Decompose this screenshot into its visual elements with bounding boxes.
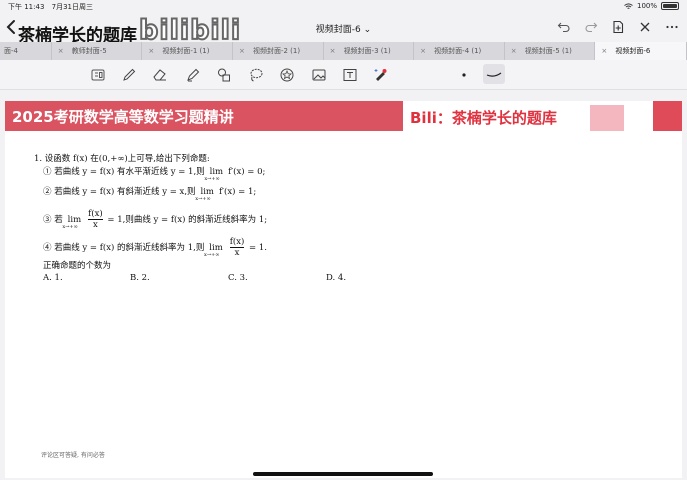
tab-close-icon[interactable]: × xyxy=(420,42,426,60)
laser-pointer-icon[interactable] xyxy=(372,67,388,83)
tab-close-icon[interactable]: × xyxy=(58,42,64,60)
document-tab[interactable]: 面-4 xyxy=(0,42,52,60)
page-banner: 2025考研数学高等数学习题精讲 Bili：茶楠学长的题库 xyxy=(5,101,682,131)
statement-4: ④ 若曲线 y = f(x) 的斜渐近线斜率为 1,则 lim x→+∞ f(x)… xyxy=(43,237,267,258)
limit-symbol: lim x→+∞ xyxy=(204,243,225,258)
eraser-icon[interactable] xyxy=(152,67,168,83)
tab-label: 教师封面-5 xyxy=(71,47,107,55)
tab-label: 面-4 xyxy=(4,47,18,55)
pen-icon[interactable] xyxy=(121,67,137,83)
fraction: f(x) x xyxy=(88,209,103,230)
status-date: 7月31日周三 xyxy=(51,3,94,11)
redo-icon[interactable] xyxy=(584,20,598,34)
text-box-icon[interactable] xyxy=(342,67,358,83)
add-page-icon[interactable] xyxy=(611,20,625,34)
statement-1: ① 若曲线 y = f(x) 有水平渐近线 y = 1,则 lim x→+∞ f′… xyxy=(43,165,266,182)
tab-close-icon[interactable]: × xyxy=(239,42,245,60)
question-stem: 1. 设函数 f(x) 在(0,+∞)上可导,给出下列命题: xyxy=(34,154,210,164)
statement-3-conclusion: = 1,则曲线 y = f(x) 的斜渐近线斜率为 1; xyxy=(107,215,268,225)
tab-close-icon[interactable]: × xyxy=(601,42,607,60)
home-indicator[interactable] xyxy=(253,472,433,476)
limit-symbol: lim x→+∞ xyxy=(62,215,83,230)
more-icon[interactable] xyxy=(665,20,679,34)
battery-percent: 100% xyxy=(636,2,657,10)
tab-label: 视频封面-5 (1) xyxy=(524,47,572,55)
wifi-icon xyxy=(624,2,633,9)
image-icon[interactable] xyxy=(311,67,327,83)
document-tab[interactable]: × 视频封面-2 (1) xyxy=(233,42,324,60)
fraction: f(x) x xyxy=(229,237,245,258)
statement-4-text: ④ 若曲线 y = f(x) 的斜渐近线斜率为 1,则 xyxy=(43,243,205,253)
tab-label: 视频封面-1 (1) xyxy=(162,47,210,55)
document-tab[interactable]: × 教师封面-5 xyxy=(52,42,143,60)
close-icon[interactable] xyxy=(638,20,652,34)
lasso-icon[interactable] xyxy=(248,67,264,83)
fraction-denominator: x xyxy=(93,220,98,230)
document-tab-active[interactable]: × 视频封面-6 xyxy=(595,42,687,60)
pen-size-dot-icon[interactable] xyxy=(455,71,473,79)
lim-subscript: x→+∞ xyxy=(204,252,220,258)
fraction-denominator: x xyxy=(234,248,240,258)
banner-title: 2025考研数学高等数学习题精讲 xyxy=(12,108,234,126)
stroke-style-selector[interactable] xyxy=(483,64,505,84)
tab-close-icon[interactable]: × xyxy=(511,42,517,60)
question-prompt: 正确命题的个数为 xyxy=(43,261,112,271)
status-time: 下午 11:43 xyxy=(8,3,45,11)
document-tab[interactable]: × 视频封面-3 (1) xyxy=(324,42,415,60)
reader-mode-icon[interactable] xyxy=(90,67,106,83)
app-window: 下午 11:43 7月31日周三 100% 茶楠学长的题库 bilibili 视… xyxy=(0,0,687,480)
tab-label: 视频封面-4 (1) xyxy=(434,47,482,55)
statement-1-text: ① 若曲线 y = f(x) 有水平渐近线 y = 1,则 xyxy=(43,167,205,177)
option-a: A. 1. xyxy=(43,273,63,283)
banner-channel-text: Bili：茶楠学长的题库 xyxy=(410,109,557,127)
limit-symbol: lim x→+∞ xyxy=(204,167,225,182)
status-bar: 下午 11:43 7月31日周三 100% xyxy=(0,0,687,12)
banner-pink-block xyxy=(590,105,624,131)
document-tab[interactable]: × 视频封面-1 (1) xyxy=(142,42,233,60)
tab-label: 视频封面-2 (1) xyxy=(252,47,301,55)
document-page[interactable]: 2025考研数学高等数学习题精讲 Bili：茶楠学长的题库 1. 设函数 f(x… xyxy=(5,101,682,478)
document-tab-bar: 面-4 × 教师封面-5 × 视频封面-1 (1) × 视频封面-2 (1) × 视频封… xyxy=(0,42,687,60)
banner-red-bar: 2025考研数学高等数学习题精讲 xyxy=(5,101,403,131)
statement-2-conclusion: f′(x) = 1; xyxy=(218,187,257,197)
lim-subscript: x→+∞ xyxy=(62,224,78,230)
tab-close-icon[interactable]: × xyxy=(330,42,336,60)
title-bar: 茶楠学长的题库 bilibili 视频封面-6 ⌄ xyxy=(0,12,687,47)
footnote: 评论区可答疑, 有问必答 xyxy=(41,452,105,459)
option-d: D. 4. xyxy=(326,273,347,283)
banner-red-block xyxy=(653,101,682,131)
option-c: C. 3. xyxy=(228,273,248,283)
tab-close-icon[interactable]: × xyxy=(148,42,154,60)
highlighter-icon[interactable] xyxy=(185,67,201,83)
stroke-curve-icon xyxy=(486,72,502,77)
option-b: B. 2. xyxy=(130,273,150,283)
statement-3-text: ③ 若 xyxy=(43,215,63,225)
lim-subscript: x→+∞ xyxy=(204,176,220,182)
document-tab[interactable]: × 视频封面-4 (1) xyxy=(414,42,505,60)
statement-2-text: ② 若曲线 y = f(x) 有斜渐近线 y = x,则 xyxy=(43,187,196,197)
statement-2: ② 若曲线 y = f(x) 有斜渐近线 y = x,则 lim x→+∞ f′(… xyxy=(43,185,257,202)
shapes-icon[interactable] xyxy=(216,67,232,83)
battery-icon xyxy=(661,2,679,10)
lim-subscript: x→+∞ xyxy=(195,196,211,202)
document-tab[interactable]: × 视频封面-5 (1) xyxy=(505,42,596,60)
limit-symbol: lim x→+∞ xyxy=(195,187,216,202)
sticker-icon[interactable] xyxy=(279,67,295,83)
statement-1-conclusion: f′(x) = 0; xyxy=(228,167,266,177)
undo-icon[interactable] xyxy=(557,20,571,34)
tab-label: 视频封面-6 xyxy=(615,47,651,55)
statement-4-conclusion: = 1. xyxy=(249,243,267,253)
tab-label: 视频封面-3 (1) xyxy=(343,47,391,55)
statement-3: ③ 若 lim x→+∞ f(x) x = 1,则曲线 y = f(x) 的斜渐近线… xyxy=(43,209,267,230)
drawing-toolbar xyxy=(0,60,687,90)
fraction-numerator: f(x) xyxy=(229,237,245,248)
fraction-numerator: f(x) xyxy=(88,209,103,220)
